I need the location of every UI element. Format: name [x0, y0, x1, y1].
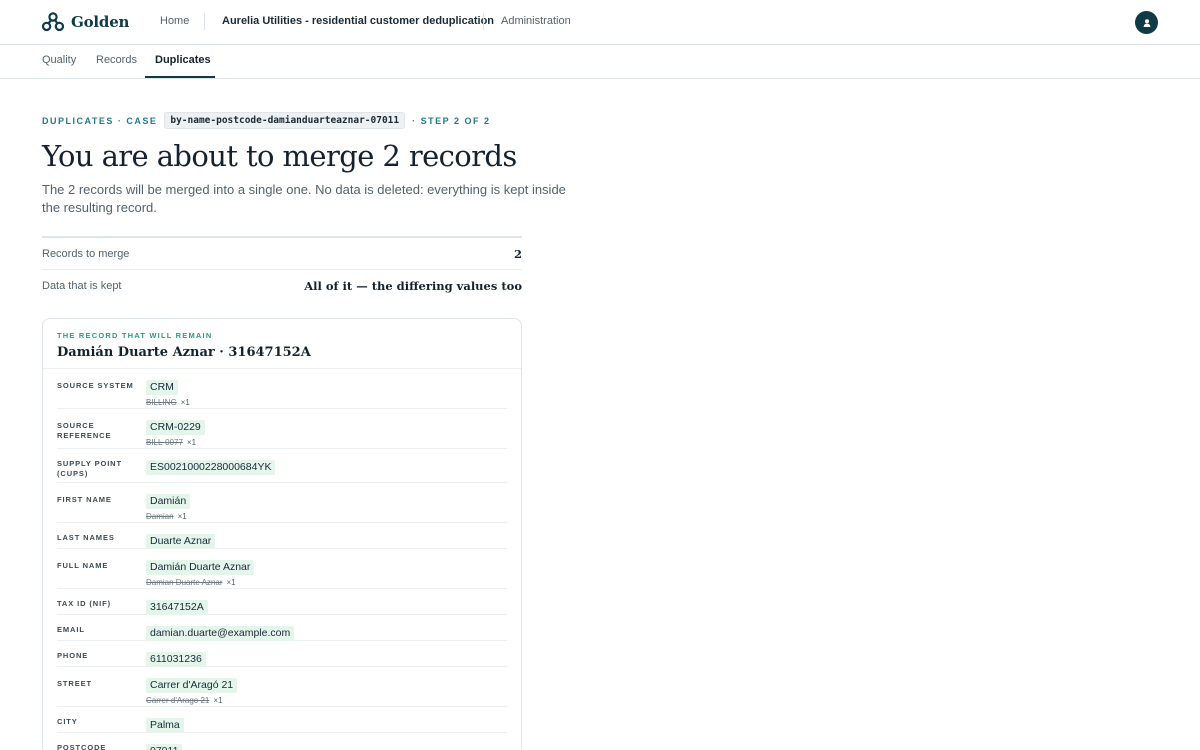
- alternative-value: BILLING ×1: [146, 397, 190, 408]
- field-values: 07011: [146, 733, 183, 750]
- user-icon: [1143, 18, 1150, 27]
- record-field: STREET Carrer d'Aragó 21 Carrer d'Arago 21…: [57, 667, 507, 707]
- sub-tabs: Quality Records Duplicates: [0, 45, 1200, 79]
- record-field: POSTCODE 07011: [57, 733, 507, 750]
- kept-value: ES0021000228000684YK: [146, 460, 276, 475]
- field-values: CRM BILLING ×1: [146, 369, 190, 408]
- field-label: CITY: [57, 717, 78, 726]
- field-label: SOURCE SYSTEM: [57, 381, 134, 390]
- summary-row: Records to merge 2: [42, 238, 522, 270]
- kept-value: Palma: [146, 718, 184, 733]
- nav-divider: [204, 13, 205, 30]
- field-values: damian.duarte@example.com: [146, 615, 295, 641]
- field-values: Palma: [146, 707, 184, 733]
- field-label: EMAIL: [57, 625, 85, 634]
- resulting-record-card: THE RECORD THAT WILL REMAIN Damián Duart…: [42, 318, 522, 750]
- field-values: Duarte Aznar: [146, 523, 216, 549]
- field-label: SUPPLY POINT (CUPS): [57, 459, 122, 478]
- alternative-value-text: BILLING: [146, 398, 177, 407]
- kept-value: Duarte Aznar: [146, 534, 216, 549]
- nav-home[interactable]: Home: [160, 15, 189, 27]
- record-field: FULL NAME Damián Duarte Aznar Damian Duart…: [57, 549, 507, 589]
- alternative-value: Damian ×1: [146, 511, 190, 522]
- field-values: 611031236: [146, 641, 206, 667]
- alternative-value: Carrer d'Arago 21 ×1: [146, 695, 237, 706]
- kept-value: 611031236: [146, 652, 206, 667]
- record-field: EMAIL damian.duarte@example.com: [57, 615, 507, 641]
- card-header: THE RECORD THAT WILL REMAIN Damián Duart…: [43, 319, 521, 369]
- summary-row: Data that is kept All of it — the differ…: [42, 270, 522, 302]
- record-field: FIRST NAME Damián Damian ×1: [57, 483, 507, 523]
- alternative-value-text: BILL-0077: [146, 438, 183, 447]
- logo[interactable]: Golden: [42, 12, 129, 32]
- record-field: PHONE 611031236: [57, 641, 507, 667]
- record-field: CITY Palma: [57, 707, 507, 733]
- kept-value: 31647152A: [146, 600, 208, 615]
- field-label: FIRST NAME: [57, 495, 112, 504]
- page-title: You are about to merge 2 records: [42, 139, 517, 173]
- tab-records[interactable]: Records: [96, 54, 137, 66]
- kept-value: Carrer d'Aragó 21: [146, 678, 238, 693]
- kept-value: Damián Duarte Aznar: [146, 560, 255, 575]
- kept-value: CRM-0229: [146, 420, 205, 435]
- golden-logo-icon: [42, 12, 64, 32]
- kept-value: damian.duarte@example.com: [146, 626, 295, 641]
- alternative-count: ×1: [180, 398, 190, 407]
- summary-value: 2: [513, 246, 522, 261]
- tab-duplicates[interactable]: Duplicates: [155, 54, 211, 66]
- field-values: CRM-0229 BILL-0077 ×1: [146, 409, 205, 448]
- kept-value: Damián: [146, 494, 191, 509]
- field-label: SOURCE REFERENCE: [57, 421, 112, 440]
- alternative-count: ×1: [177, 512, 187, 521]
- alternative-count: ×1: [213, 696, 223, 705]
- top-bar: Golden Home Aurelia Utilities - resident…: [0, 0, 1200, 45]
- breadcrumb: DUPLICATES · CASE by-name-postcode-damia…: [42, 112, 490, 129]
- kept-value: CRM: [146, 380, 178, 395]
- record-field: SUPPLY POINT (CUPS) ES0021000228000684YK: [57, 449, 507, 483]
- record-fields: SOURCE SYSTEM CRM BILLING ×1 SOURCE REFERENC…: [43, 369, 521, 750]
- avatar[interactable]: [1135, 11, 1158, 34]
- field-label: LAST NAMES: [57, 533, 115, 542]
- nav-administration[interactable]: Administration: [501, 15, 571, 27]
- case-id-badge: by-name-postcode-damianduarteaznar-07011: [164, 112, 406, 129]
- summary-value: All of it — the differing values too: [304, 279, 522, 293]
- kept-value: 07011: [146, 744, 183, 750]
- page-description: The 2 records will be merged into a sing…: [42, 182, 566, 215]
- card-eyebrow: THE RECORD THAT WILL REMAIN: [57, 331, 213, 340]
- field-label: STREET: [57, 679, 92, 688]
- alternative-value: BILL-0077 ×1: [146, 437, 205, 448]
- summary-label: Data that is kept: [42, 280, 122, 292]
- field-values: Damián Duarte Aznar Damian Duarte Aznar ×1: [146, 549, 255, 588]
- field-values: Damián Damian ×1: [146, 483, 191, 522]
- record-field: SOURCE SYSTEM CRM BILLING ×1: [57, 369, 507, 409]
- tab-quality[interactable]: Quality: [42, 54, 76, 66]
- alternative-value: Damian Duarte Aznar ×1: [146, 577, 254, 588]
- field-values: ES0021000228000684YK: [146, 449, 276, 482]
- nav-project[interactable]: Aurelia Utilities - residential customer…: [222, 15, 494, 27]
- eyebrow-prefix: DUPLICATES · CASE: [42, 115, 158, 126]
- alternative-count: ×1: [186, 438, 197, 447]
- active-tab-indicator: [145, 76, 215, 78]
- alternative-count: ×1: [226, 578, 236, 587]
- field-values: 31647152A: [146, 589, 208, 615]
- field-label: FULL NAME: [57, 561, 109, 570]
- field-label: TAX ID (NIF): [57, 599, 111, 608]
- step-indicator: · STEP 2 OF 2: [412, 115, 491, 126]
- nav-divider: [483, 13, 484, 30]
- record-field: LAST NAMES Duarte Aznar: [57, 523, 507, 549]
- record-field: SOURCE REFERENCE CRM-0229 BILL-0077 ×1: [57, 409, 507, 449]
- alternative-value-text: Damian: [146, 512, 174, 521]
- card-title: Damián Duarte Aznar · 31647152A: [57, 345, 311, 360]
- summary-label: Records to merge: [42, 247, 130, 260]
- field-label: PHONE: [57, 651, 89, 660]
- field-values: Carrer d'Aragó 21 Carrer d'Arago 21 ×1: [146, 667, 238, 706]
- logo-text: Golden: [71, 13, 130, 31]
- record-field: TAX ID (NIF) 31647152A: [57, 589, 507, 615]
- merge-summary: Records to merge 2 Data that is kept All…: [42, 236, 522, 302]
- field-label: POSTCODE: [57, 743, 107, 750]
- alternative-value-text: Carrer d'Arago 21: [146, 696, 210, 705]
- alternative-value-text: Damian Duarte Aznar: [146, 578, 223, 587]
